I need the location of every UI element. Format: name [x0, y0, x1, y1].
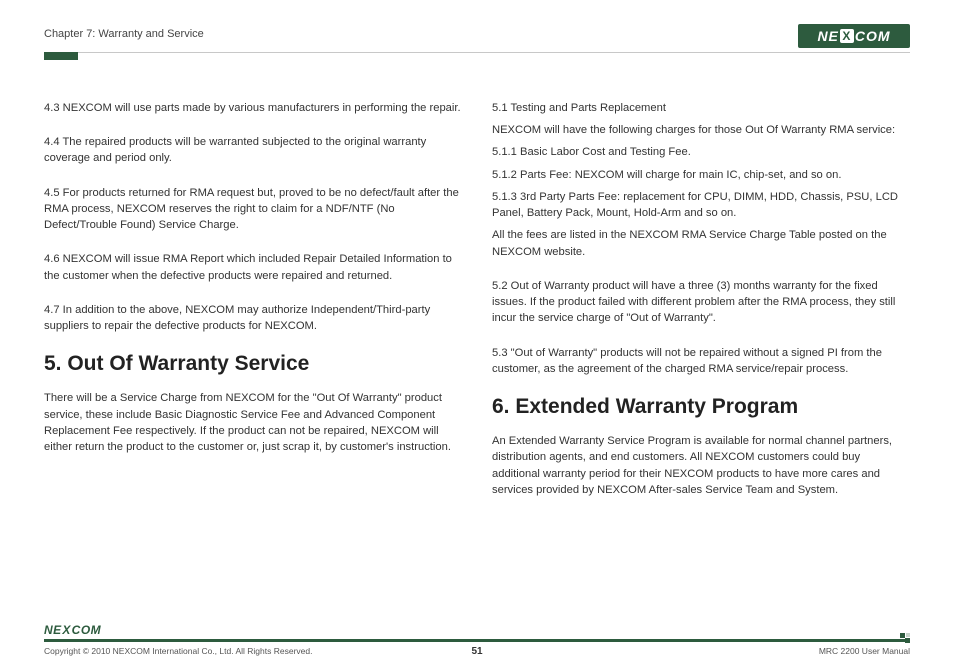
paragraph-4-5: 4.5 For products returned for RMA reques…	[44, 185, 462, 234]
paragraph-6-intro: An Extended Warranty Service Program is …	[492, 433, 910, 498]
heading-section-5: 5. Out Of Warranty Service	[44, 352, 462, 376]
footer-corner-decoration	[896, 633, 910, 647]
chapter-title: Chapter 7: Warranty and Service	[44, 24, 204, 40]
logo-segment-right: COM	[855, 28, 891, 44]
header-accent-bar	[44, 52, 78, 60]
paragraph-5-1-3: 5.1.3 3rd Party Parts Fee: replacement f…	[492, 189, 910, 221]
paragraph-4-3: 4.3 NEXCOM will use parts made by variou…	[44, 100, 462, 116]
copyright-text: Copyright © 2010 NEXCOM International Co…	[44, 646, 312, 656]
logo-segment-right: COM	[72, 623, 102, 637]
nexcom-logo-top: NEXCOM	[798, 24, 910, 48]
paragraph-5-1-intro: NEXCOM will have the following charges f…	[492, 122, 910, 138]
paragraph-4-4: 4.4 The repaired products will be warran…	[44, 134, 462, 166]
left-column: 4.3 NEXCOM will use parts made by variou…	[44, 100, 462, 516]
paragraph-5-intro: There will be a Service Charge from NEXC…	[44, 390, 462, 455]
page-number: 51	[471, 646, 482, 657]
paragraph-5-2: 5.2 Out of Warranty product will have a …	[492, 278, 910, 327]
paragraph-4-6: 4.6 NEXCOM will issue RMA Report which i…	[44, 251, 462, 283]
paragraph-5-3: 5.3 "Out of Warranty" products will not …	[492, 345, 910, 377]
logo-segment-x: X	[840, 29, 854, 43]
paragraph-5-1-1: 5.1.1 Basic Labor Cost and Testing Fee.	[492, 144, 910, 160]
logo-text: NEXCOM	[817, 28, 890, 44]
heading-section-6: 6. Extended Warranty Program	[492, 395, 910, 419]
page-header: Chapter 7: Warranty and Service NEXCOM	[44, 24, 910, 48]
footer-row: Copyright © 2010 NEXCOM International Co…	[44, 646, 910, 656]
logo-segment-left: NE	[44, 623, 62, 637]
page-footer: NEXCOM Copyright © 2010 NEXCOM Internati…	[44, 623, 910, 656]
right-column: 5.1 Testing and Parts Replacement NEXCOM…	[492, 100, 910, 516]
manual-name: MRC 2200 User Manual	[819, 646, 910, 656]
paragraph-5-1-note: All the fees are listed in the NEXCOM RM…	[492, 227, 910, 259]
logo-segment-x: X	[62, 623, 72, 637]
footer-rule	[44, 639, 910, 642]
paragraph-5-1-2: 5.1.2 Parts Fee: NEXCOM will charge for …	[492, 167, 910, 183]
header-rule	[44, 52, 910, 53]
logo-segment-left: NE	[817, 28, 838, 44]
paragraph-4-7: 4.7 In addition to the above, NEXCOM may…	[44, 302, 462, 334]
paragraph-5-1-heading: 5.1 Testing and Parts Replacement	[492, 100, 910, 116]
nexcom-logo-bottom: NEXCOM	[44, 623, 910, 637]
content-columns: 4.3 NEXCOM will use parts made by variou…	[44, 100, 910, 516]
